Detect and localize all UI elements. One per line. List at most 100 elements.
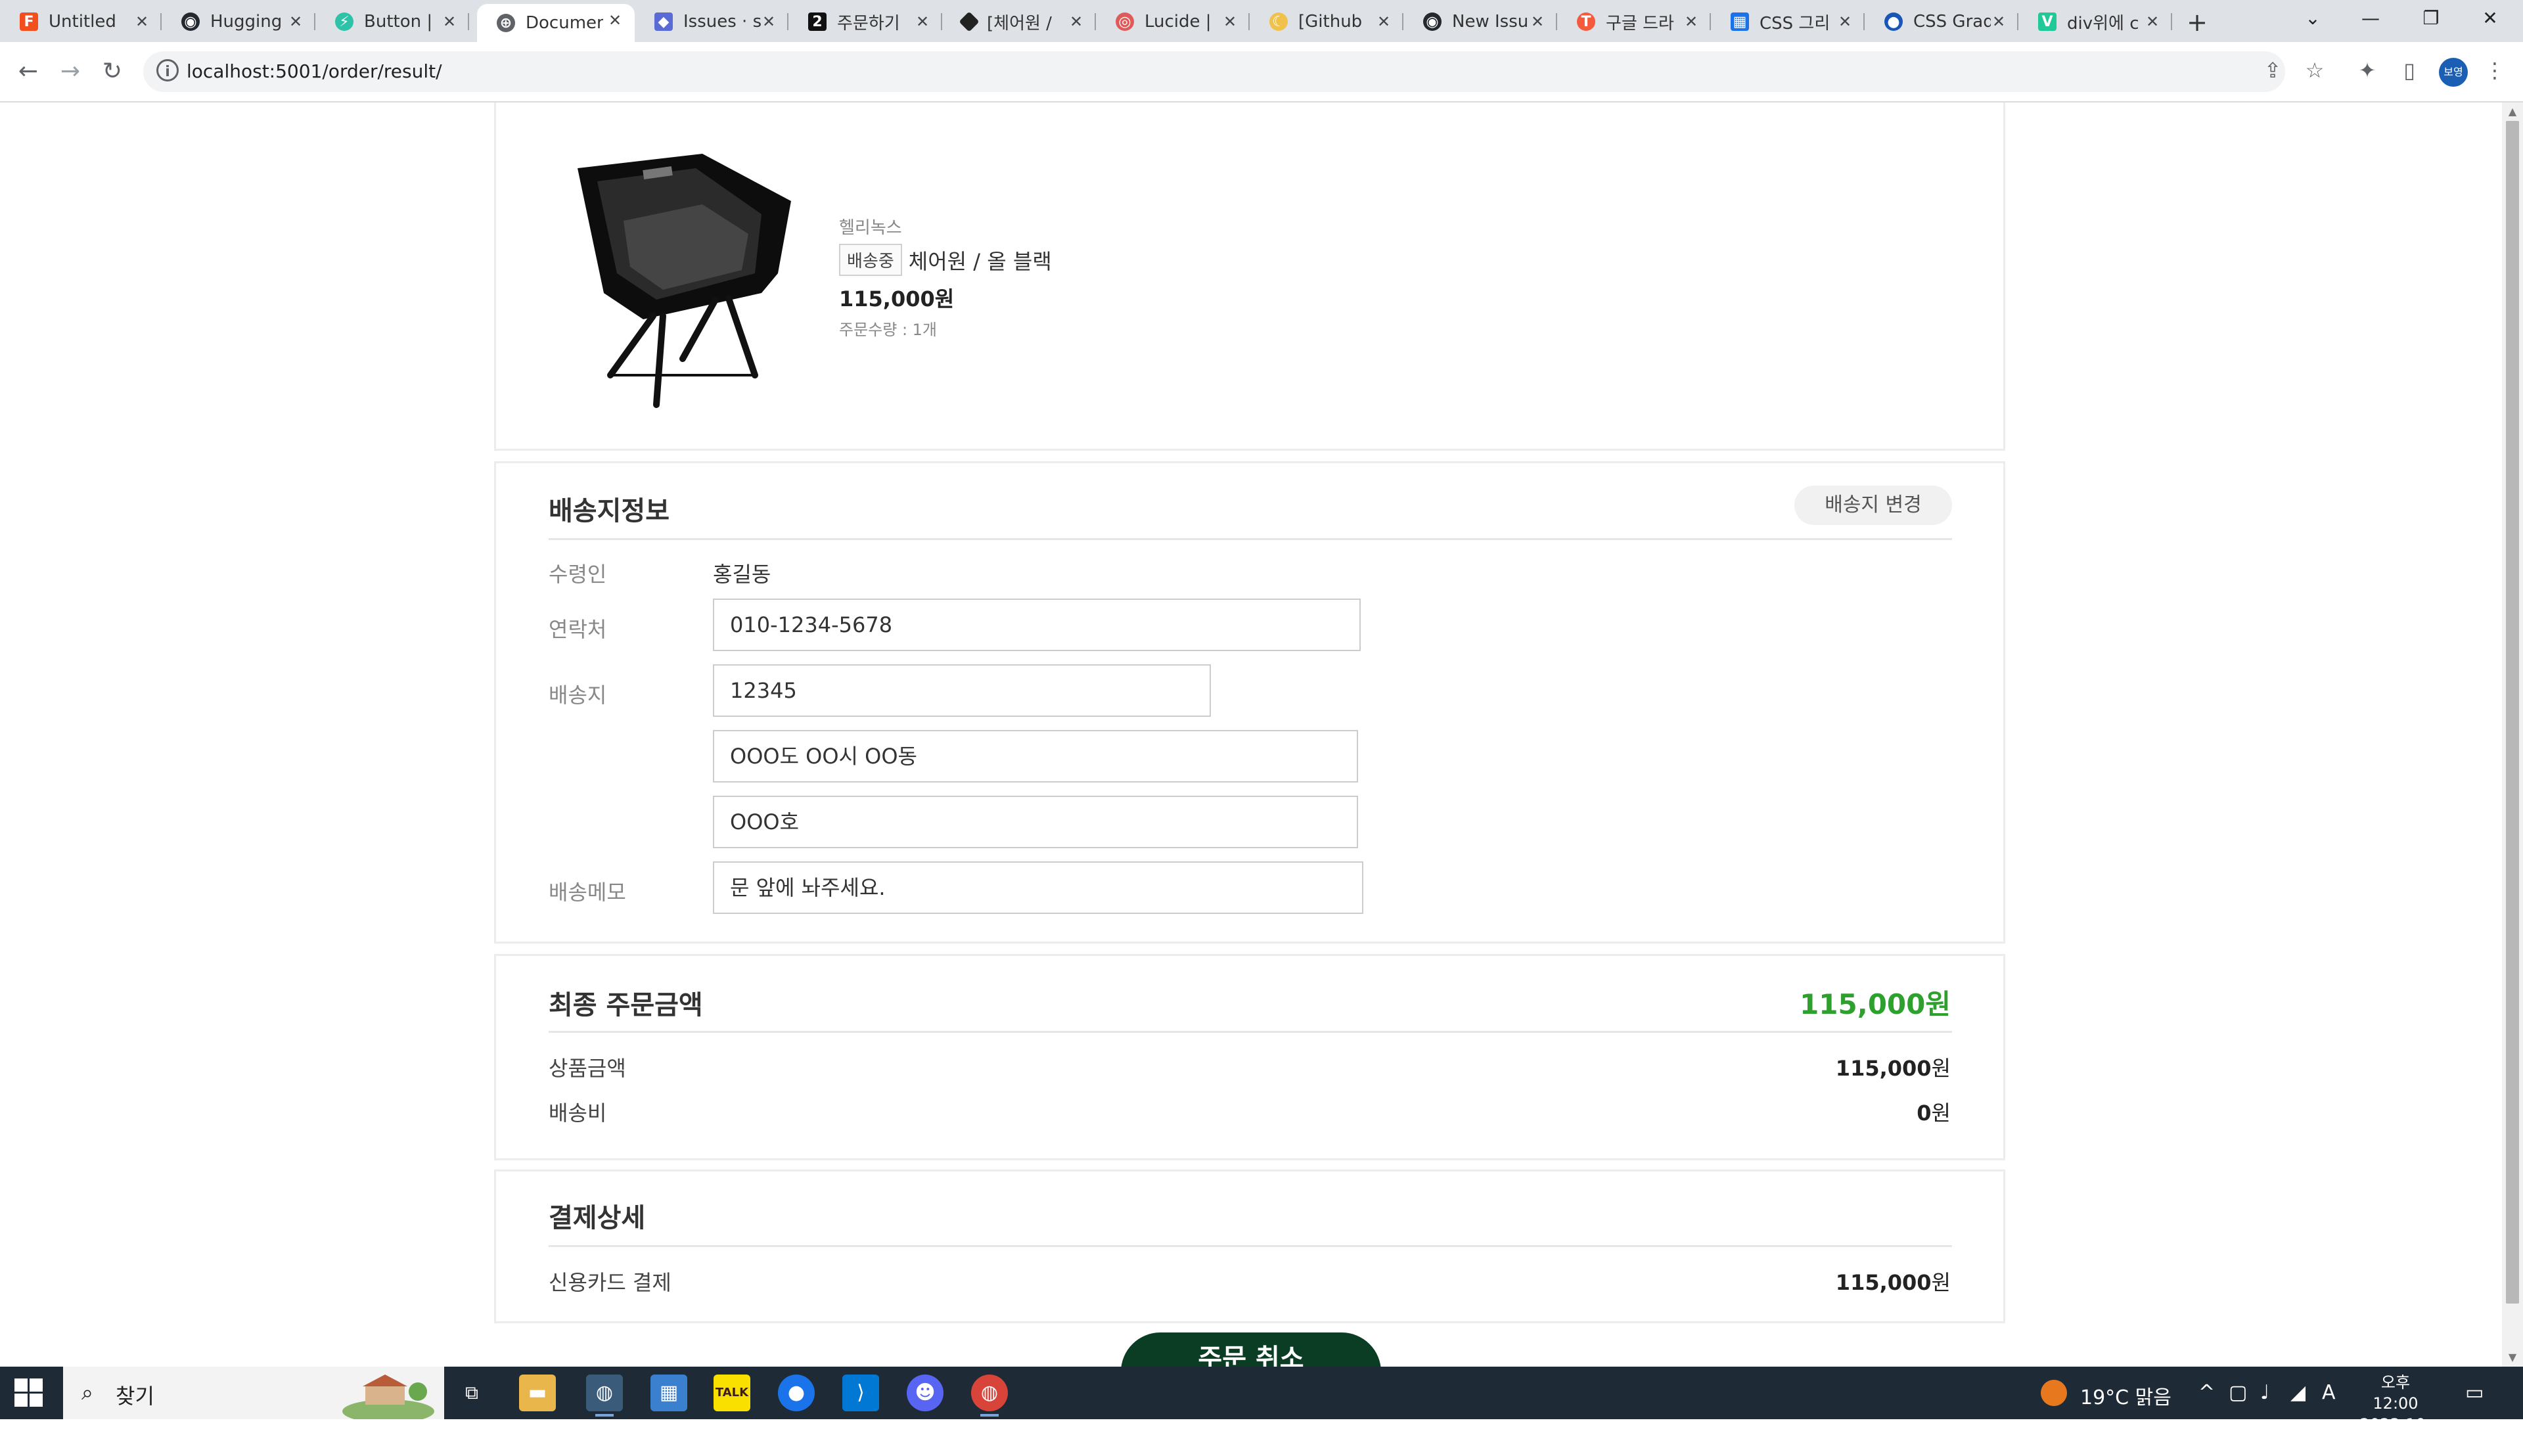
close-tab-icon[interactable]: ✕ (2143, 12, 2162, 31)
grid-icon: ▦ (1731, 12, 1749, 31)
close-tab-icon[interactable]: ✕ (1067, 12, 1085, 31)
payment-card: 결제상세 신용카드 결제 115,000원 (494, 1170, 2005, 1323)
memo-field[interactable]: 문 앞에 놔주세요. (713, 861, 1363, 914)
clock-date: 2023-10-05 (2359, 1415, 2432, 1455)
tab-new-issue[interactable]: ◉ New Issu ✕ (1403, 5, 1557, 38)
back-icon[interactable]: ← (12, 55, 45, 88)
close-tab-icon[interactable]: ✕ (1989, 12, 2008, 31)
phone-label: 연락처 (549, 617, 607, 642)
minimize-button[interactable]: — (2351, 5, 2390, 32)
payment-method: 신용카드 결제 (549, 1270, 671, 1295)
site-info-icon[interactable]: i (156, 59, 179, 81)
tab-search-icon[interactable]: ⌄ (2293, 5, 2332, 32)
memo-label: 배송메모 (549, 880, 626, 905)
page-scrollbar[interactable]: ▲ ▼ (2502, 102, 2523, 1367)
bookmark-star-icon[interactable]: ☆ (2300, 55, 2330, 85)
close-tab-icon[interactable]: ✕ (1221, 12, 1239, 31)
shipping-fee-value: 0원 (1917, 1101, 1951, 1126)
restore-button[interactable]: ❐ (2411, 5, 2451, 32)
close-tab-icon[interactable]: ✕ (913, 12, 932, 31)
zipcode-field[interactable]: 12345 (713, 664, 1211, 717)
calculator-icon[interactable]: ▦ (650, 1375, 687, 1411)
close-tab-icon[interactable]: ✕ (1375, 12, 1393, 31)
forward-icon[interactable]: → (54, 55, 87, 88)
close-tab-icon[interactable]: ✕ (286, 12, 305, 31)
shipping-divider (549, 538, 1952, 540)
address1-field[interactable]: OOO도 OO시 OO동 (713, 730, 1358, 783)
payment-divider (549, 1245, 1952, 1247)
tab-css-grid[interactable]: ▦ CSS 그리 ✕ (1711, 5, 1865, 38)
url-text[interactable]: localhost:5001/order/result/ (187, 60, 442, 82)
tab-order[interactable]: 2 주문하기 ✕ (788, 5, 942, 38)
close-tab-icon[interactable]: ✕ (440, 12, 459, 31)
change-address-button[interactable]: 배송지 변경 (1794, 486, 1952, 525)
tab-issues[interactable]: ◆ Issues · s ✕ (635, 5, 788, 38)
recipient-label: 수령인 (549, 562, 607, 587)
search-highlight-illustration (342, 1375, 434, 1419)
cancel-order-button[interactable]: 주문 취소 (1121, 1332, 1381, 1367)
weather-text[interactable]: 19°C 맑음 (2080, 1381, 2171, 1410)
product-amount-label: 상품금액 (549, 1056, 626, 1081)
scrollbar-thumb[interactable] (2506, 121, 2519, 1304)
ime-indicator[interactable]: A (2322, 1381, 2336, 1404)
taskbar-clock[interactable]: 오후 12:00 2023-10-05 (2356, 1372, 2435, 1456)
kakaotalk-icon[interactable]: TALK (714, 1375, 750, 1411)
issues-icon: ◆ (654, 12, 673, 31)
tab-velog[interactable]: V div위에 c ✕ (2018, 5, 2172, 38)
maps-pin-icon[interactable]: ● (778, 1375, 815, 1411)
chrome-icon[interactable]: ◍ (586, 1375, 623, 1417)
vscode-icon[interactable]: ⟩ (842, 1375, 879, 1411)
close-tab-icon[interactable]: ✕ (1528, 12, 1547, 31)
tab-untitled[interactable]: F Untitled ✕ (0, 5, 162, 38)
tab-lucide[interactable]: ◎ Lucide | ✕ (1096, 5, 1250, 38)
new-tab-button[interactable]: + (2183, 8, 2212, 37)
tab-google-drive[interactable]: T 구글 드라 ✕ (1557, 5, 1711, 38)
file-explorer-icon[interactable]: ▬ (519, 1375, 556, 1411)
product-card: 헬리녹스 배송중 체어원 / 올 블랙 115,000원 주문수량 : 1개 (494, 102, 2005, 451)
29cm-icon: 2 (808, 12, 827, 31)
close-tab-icon[interactable]: ✕ (1836, 12, 1854, 31)
tray-chevron-icon[interactable]: ^ (2198, 1381, 2215, 1404)
chrome-profile-icon[interactable]: ◍ (971, 1375, 1008, 1417)
task-view-icon[interactable]: ⧉ (453, 1375, 490, 1411)
menu-kebab-icon[interactable]: ⋮ (2480, 55, 2510, 85)
address2-field[interactable]: OOO호 (713, 796, 1358, 848)
discord-icon[interactable]: ☻ (907, 1375, 943, 1411)
product-image[interactable] (564, 142, 794, 418)
close-window-button[interactable]: ✕ (2470, 5, 2510, 32)
notification-icon[interactable]: ▭ (2465, 1381, 2484, 1404)
total-amount: 115,000원 (1800, 988, 1951, 1020)
scroll-down-icon[interactable]: ▼ (2506, 1351, 2519, 1364)
shipping-card: 배송지정보 배송지 변경 수령인 홍길동 연락처 010-1234-5678 배… (494, 461, 2005, 944)
tab-hugging[interactable]: ◉ Hugging ✕ (162, 5, 315, 38)
weather-icon[interactable] (2041, 1380, 2067, 1406)
extensions-puzzle-icon[interactable]: ✦ (2352, 55, 2382, 85)
close-tab-icon[interactable]: ✕ (1682, 12, 1700, 31)
close-tab-icon[interactable]: ✕ (606, 11, 624, 30)
taskbar-search[interactable]: ⌕ 찾기 (63, 1367, 444, 1419)
product-name[interactable]: 체어원 / 올 블랙 (909, 245, 1052, 275)
profile-avatar[interactable]: 보영 (2439, 58, 2468, 87)
tab-github-moon[interactable]: ☾ [Github ✕ (1250, 5, 1403, 38)
close-tab-icon[interactable]: ✕ (133, 12, 151, 31)
tab-button[interactable]: ⚡ Button | ✕ (315, 5, 469, 38)
windows-start-icon[interactable] (14, 1378, 43, 1407)
payment-amount: 115,000원 (1835, 1270, 1951, 1295)
device-icon[interactable]: ▢ (2229, 1381, 2247, 1404)
close-tab-icon[interactable]: ✕ (760, 12, 778, 31)
tab-css-gradient[interactable]: ● CSS Grad ✕ (1865, 5, 2018, 38)
tab-document[interactable]: ⊕ Document ✕ (477, 4, 635, 42)
address-bar[interactable]: i localhost:5001/order/result/ (143, 51, 2285, 92)
share-icon[interactable]: ⇪ (2258, 55, 2288, 85)
network-icon[interactable]: ◢ (2290, 1381, 2306, 1404)
reload-icon[interactable]: ↻ (96, 55, 129, 88)
clock-time: 오후 12:00 (2373, 1373, 2419, 1413)
product-name-row: 배송중 체어원 / 올 블랙 (839, 244, 1052, 276)
page-viewport: 헬리녹스 배송중 체어원 / 올 블랙 115,000원 주문수량 : 1개 배… (0, 102, 2502, 1367)
microphone-icon[interactable]: ♩ (2260, 1381, 2269, 1404)
tab-chairone[interactable]: [체어원 / ✕ (942, 5, 1096, 38)
side-panel-icon[interactable]: ▯ (2394, 55, 2424, 85)
globe-icon: ⊕ (497, 14, 515, 32)
phone-field[interactable]: 010-1234-5678 (713, 599, 1361, 651)
scroll-up-icon[interactable]: ▲ (2506, 105, 2519, 118)
